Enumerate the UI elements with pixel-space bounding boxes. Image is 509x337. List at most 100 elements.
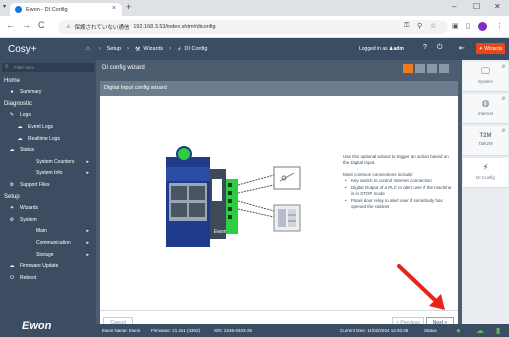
login-info: Logged in as ♟adm	[359, 46, 404, 52]
summary-icon: ●	[10, 89, 14, 96]
sidebar-item-storage[interactable]: Storage ▸	[0, 249, 96, 260]
tab-close-icon[interactable]: ×	[112, 5, 116, 12]
extensions-icon[interactable]: ▣	[452, 22, 459, 30]
star-icon[interactable]: ☆	[430, 22, 436, 30]
sidebar-item-label: Status	[20, 147, 35, 154]
zoom-icon[interactable]: ⚲	[417, 22, 422, 30]
wizard-step-4	[439, 64, 449, 73]
sidebar-item-main[interactable]: Main ▸	[0, 226, 96, 237]
serial-number: S/N: 2246-0403-25	[214, 328, 253, 333]
security-label: 保護されていない通信	[74, 25, 130, 31]
help-intro: Use this optional wizard to trigger an a…	[343, 154, 449, 166]
help-item: Digital Output of a PLC to alert user if…	[343, 185, 455, 197]
event-icon: ☁	[17, 123, 23, 130]
close-window-button[interactable]: ✕	[494, 2, 501, 11]
collapse-icon[interactable]: ⇤	[459, 44, 465, 52]
url-text: 192.168.3.53/index.shtm#diconfig	[133, 24, 216, 30]
help-item: Panel door relay to alert user if somebo…	[343, 198, 455, 210]
browser-tab-bar: ▾ Ewon - DI Config × + – ☐ ✕	[0, 0, 509, 16]
sidebar-item-label: Realtime Logs	[28, 135, 60, 142]
sidebar-item-realtime-logs[interactable]: ☁ Realtime Logs	[0, 133, 96, 144]
sidebar-item-label: Support Files	[20, 181, 50, 188]
sidebar-item-reboot[interactable]: ⏻ Reboot	[0, 272, 96, 283]
wand-icon: ⚒	[135, 46, 141, 53]
wizards-button[interactable]: ✦ Wizards	[476, 43, 505, 54]
browser-tab[interactable]: Ewon - DI Config ×	[10, 3, 122, 16]
sidebar-item-system[interactable]: ⚙ System	[0, 214, 96, 225]
status-led	[176, 146, 192, 162]
menu-icon[interactable]: ⋮	[496, 22, 503, 30]
talk2m-widget[interactable]: ⚙ T2M Talk2M	[463, 126, 508, 156]
right-panel: ⚙ 🖵 System ⚙ ◍ Internet ⚙ T2M Talk2M ⚡ D…	[462, 60, 509, 337]
status-bar: Ewon Name: Ewon Firmware: 21.2s1 (4302) …	[96, 324, 509, 337]
status-label: Status	[424, 328, 437, 333]
wizard-steps	[403, 64, 451, 73]
tab-title: Ewon - DI Config	[26, 6, 68, 13]
forward-button[interactable]: →	[22, 20, 31, 30]
sidebar-item-firmware-update[interactable]: ☁ Firmware Update	[0, 261, 96, 272]
gear-icon[interactable]: ⚙	[502, 96, 506, 102]
sidebar-item-wizards[interactable]: ✦ Wizards	[0, 203, 96, 214]
sidebar-item-system-counters[interactable]: System Counters ▸	[0, 156, 96, 167]
sidebar-item-label: System Info	[36, 170, 63, 177]
filter-input[interactable]: ⚲ Filter Item	[2, 63, 94, 72]
sidebar-item-label: Firmware Update	[20, 263, 59, 270]
sidebar-item-label: System	[20, 216, 37, 223]
chevron-right-icon: ▸	[86, 239, 89, 246]
firmware-version: Firmware: 21.2s1 (4302)	[151, 328, 201, 333]
sidebar-item-diagnostic: Diagnostic	[0, 98, 96, 109]
browser-address-bar: ← → C ⚠ 保護されていない通信 192.168.3.53/index.sh…	[0, 16, 509, 38]
sidebar-item-status[interactable]: ☁ Status	[0, 145, 96, 156]
gear-icon[interactable]: ⚙	[502, 64, 506, 70]
sidebar-item-summary[interactable]: ● Summary	[0, 87, 96, 98]
di-config-widget[interactable]: ⚡ DI Config	[463, 158, 508, 188]
breadcrumb-setup[interactable]: Setup	[107, 46, 121, 52]
settings-icon[interactable]: ⏻	[437, 44, 443, 52]
sidebar-item-label: Main	[36, 228, 47, 235]
app-header: Cosy+ ⌂ › Setup › ⚒ Wizards › ⚡ DI Config …	[0, 38, 509, 60]
sidebar-item-support-files[interactable]: ⚙ Support Files	[0, 179, 96, 190]
gear-icon[interactable]: ⚙	[502, 128, 506, 134]
ewon-favicon-icon	[15, 6, 22, 13]
page-title: DI config wizard	[102, 65, 145, 71]
breadcrumb-wizards[interactable]: ⚒ Wizards	[135, 46, 163, 53]
tab-list-button[interactable]: ▾	[3, 3, 6, 10]
breadcrumb-di-config: ⚡ DI Config	[177, 46, 208, 53]
sidebar-item-logs[interactable]: ✎ Logs	[0, 110, 96, 121]
chevron-right-icon: ▸	[86, 170, 89, 177]
key-switch	[273, 166, 301, 190]
card-title: Digital Input config wizard	[100, 81, 458, 96]
di-config-icon: ⚡	[177, 46, 182, 53]
plc-device	[273, 204, 301, 232]
new-tab-button[interactable]: +	[126, 2, 131, 12]
maximize-button[interactable]: ☐	[473, 2, 480, 11]
help-icon[interactable]: ?	[423, 44, 427, 51]
sidebar-item-communication[interactable]: Communication ▸	[0, 237, 96, 248]
realtime-icon: ☁	[17, 135, 23, 142]
system-widget[interactable]: ⚙ 🖵 System	[463, 62, 508, 92]
di-wiring-illustration: Ewon	[166, 146, 301, 247]
wizard-step-2	[415, 64, 425, 73]
wizards-icon: ✦	[9, 205, 15, 212]
internet-widget[interactable]: ⚙ ◍ Internet	[463, 94, 508, 124]
profile-avatar[interactable]	[478, 22, 487, 31]
help-text: Use this optional wizard to trigger an a…	[343, 154, 455, 212]
di-config-icon: ⚡	[482, 162, 489, 172]
key-icon[interactable]: ⚿	[404, 22, 409, 30]
sidebar-item-label: Storage	[36, 251, 54, 258]
back-button[interactable]: ←	[6, 20, 15, 30]
sidebar-item-event-logs[interactable]: ☁ Event Logs	[0, 121, 96, 132]
home-icon[interactable]: ⌂	[86, 46, 93, 52]
sidebar-item-system-info[interactable]: System Info ▸	[0, 168, 96, 179]
reload-button[interactable]: C	[38, 20, 45, 30]
breadcrumb-separator: ›	[98, 46, 101, 52]
brand-logo: Cosy+	[8, 43, 37, 55]
svg-text:Ewon: Ewon	[214, 229, 227, 235]
annotation-arrow-icon	[397, 264, 445, 310]
url-input[interactable]: ⚠ 保護されていない通信 192.168.3.53/index.shtm#dic…	[58, 20, 448, 34]
sidepanel-icon[interactable]: ▯	[466, 22, 470, 30]
sidebar: ⚲ Filter Item Home ● Summary Diagnostic ✎ Log…	[0, 60, 96, 337]
minimize-button[interactable]: –	[452, 2, 456, 11]
sidebar-item-label: Event Logs	[28, 123, 54, 130]
reboot-icon: ⏻	[10, 274, 14, 281]
